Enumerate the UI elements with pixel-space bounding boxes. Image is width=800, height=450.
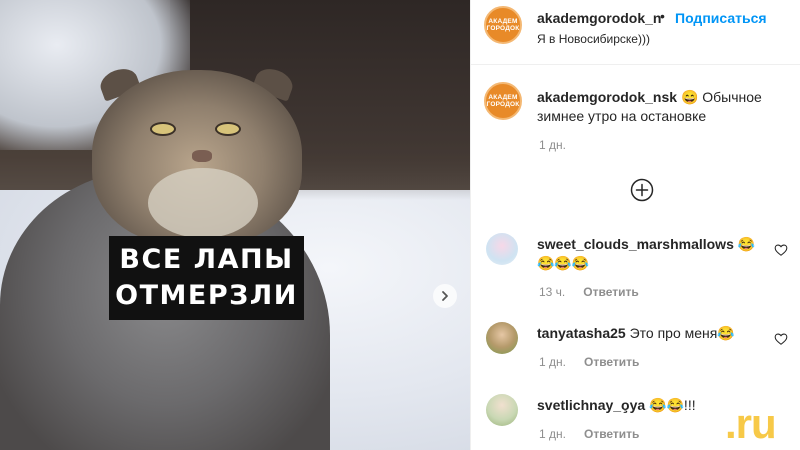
author-username[interactable]: akademgorodok_n [537, 10, 661, 26]
avatar-text-line-2: ГОРОДОК [486, 25, 520, 32]
comment-time[interactable]: 13 ч. [539, 285, 565, 299]
comment-meta: 13 ч. Ответить [539, 285, 639, 299]
comment-body: 😂😂!!! [649, 397, 696, 413]
image-caption: ВСЕ ЛАПЫ ОТМЕРЗЛИ [109, 236, 304, 320]
commenter-username[interactable]: sweet_clouds_marshmallows [537, 236, 734, 252]
manul-eye-right [215, 122, 241, 136]
comment-time[interactable]: 1 дн. [539, 355, 566, 369]
avatar-text-line-1: АКАДЕМ [488, 18, 518, 25]
comment-text-block: tanyatasha25 Это про меня😂 [537, 324, 767, 343]
plus-circle-icon[interactable] [630, 178, 654, 202]
chevron-right-icon [442, 291, 448, 301]
post-header: АКАДЕМ ГОРОДОК akademgorodok_n • Подписа… [471, 0, 800, 65]
comment-meta: 1 дн. Ответить [539, 427, 639, 441]
avatar-text-line-1: АКАДЕМ [488, 94, 518, 101]
next-image-button[interactable] [433, 284, 457, 308]
commenter-avatar[interactable] [486, 233, 518, 265]
caption-text-block: akademgorodok_nsk 😄 Обычное зимнее утро … [537, 88, 787, 126]
reply-button[interactable]: Ответить [584, 355, 639, 369]
caption-line-1: ВСЕ ЛАПЫ [119, 244, 294, 275]
location-label[interactable]: Я в Новосибирске))) [537, 32, 650, 46]
reply-button[interactable]: Ответить [583, 285, 638, 299]
reply-button[interactable]: Ответить [584, 427, 639, 441]
manul-nose [192, 150, 212, 162]
post-media[interactable]: ВСЕ ЛАПЫ ОТМЕРЗЛИ [0, 0, 470, 450]
post-details-panel: АКАДЕМ ГОРОДОК akademgorodok_n • Подписа… [470, 0, 800, 450]
caption-line-2: ОТМЕРЗЛИ [115, 280, 298, 311]
manul-chin [148, 168, 258, 238]
post-timestamp[interactable]: 1 дн. [539, 138, 566, 152]
comment-time[interactable]: 1 дн. [539, 427, 566, 441]
manul-eye-left [150, 122, 176, 136]
heart-icon[interactable] [774, 243, 788, 257]
commenter-username[interactable]: tanyatasha25 [537, 325, 626, 341]
commenter-avatar[interactable] [486, 322, 518, 354]
commenter-username[interactable]: svetlichnay_o̧ya [537, 397, 645, 413]
avatar-text-line-2: ГОРОДОК [486, 101, 520, 108]
separator-dot: • [660, 8, 665, 24]
comment-text-block: sweet_clouds_marshmallows 😂 😂😂😂 [537, 235, 767, 273]
caption-username[interactable]: akademgorodok_nsk [537, 89, 677, 105]
comment-body: Это про меня😂 [629, 325, 735, 341]
caption-author-avatar[interactable]: АКАДЕМ ГОРОДОК [484, 82, 522, 120]
watermark-logo: .ru [725, 400, 777, 447]
commenter-avatar[interactable] [486, 394, 518, 426]
heart-icon[interactable] [774, 332, 788, 346]
follow-button[interactable]: Подписаться [675, 10, 767, 26]
comment-meta: 1 дн. Ответить [539, 355, 639, 369]
author-avatar[interactable]: АКАДЕМ ГОРОДОК [484, 6, 522, 44]
